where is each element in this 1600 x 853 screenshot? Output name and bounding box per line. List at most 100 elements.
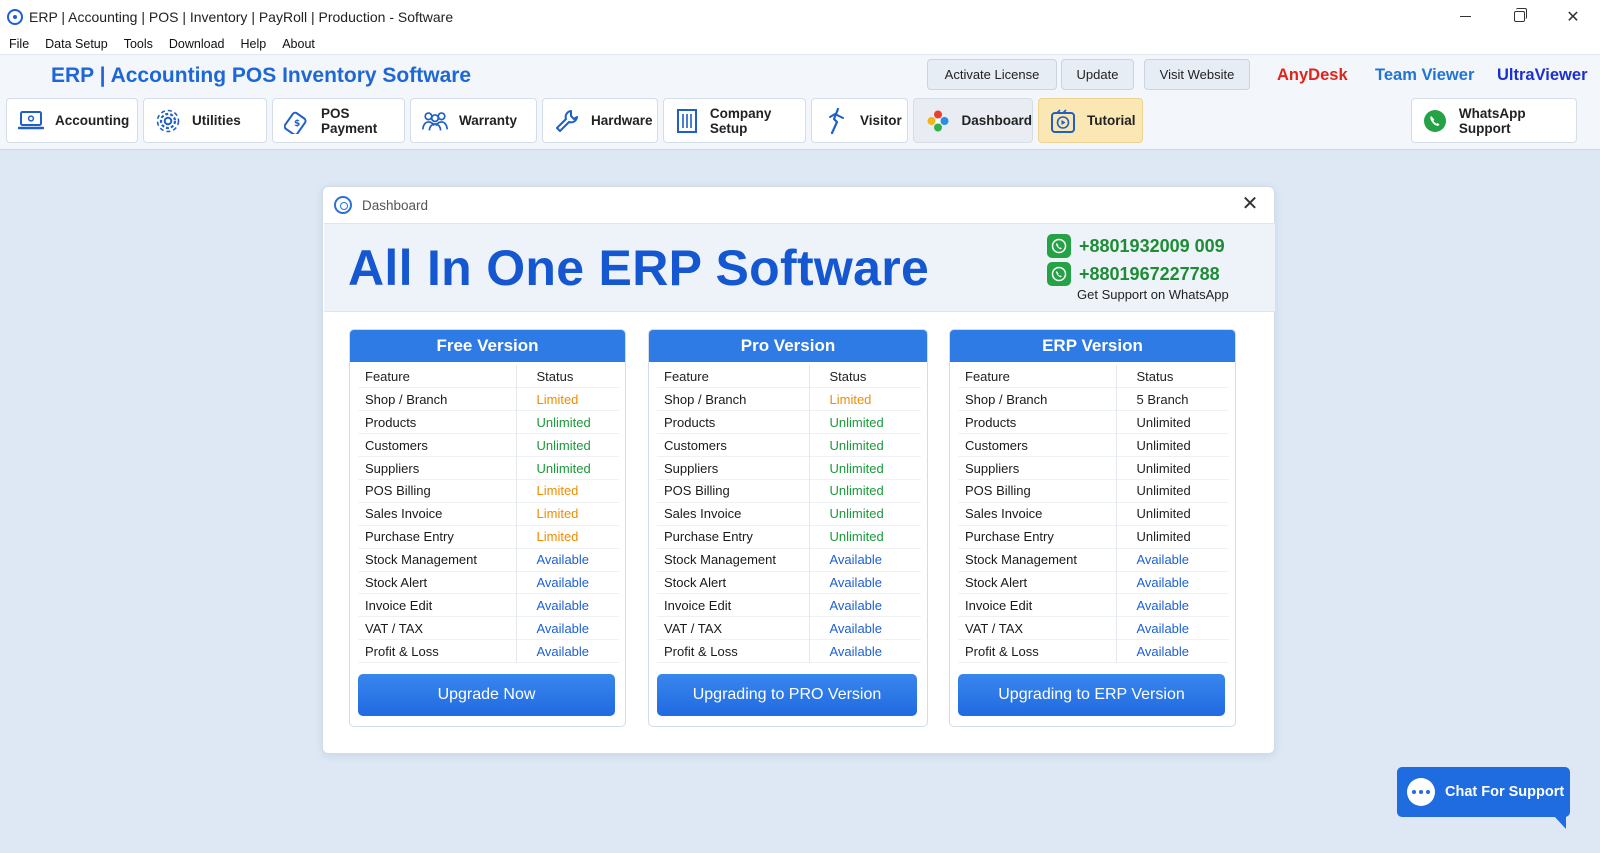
feature-table: Feature Status Shop / Branch 5 Branch Pr… <box>958 365 1229 663</box>
tab-visitor[interactable]: Visitor <box>811 98 908 143</box>
feature-name: Shop / Branch <box>358 387 517 411</box>
feature-name: VAT / TAX <box>358 616 517 640</box>
ultraviewer-link[interactable]: UltraViewer <box>1497 66 1588 85</box>
feature-status: Unlimited <box>1136 437 1191 453</box>
column-header-feature: Feature <box>958 365 1117 388</box>
feature-status: 5 Branch <box>1136 391 1189 407</box>
wrench-icon <box>553 107 581 135</box>
tab-tutorial[interactable]: Tutorial <box>1038 98 1143 143</box>
chat-for-support-button[interactable]: Chat For Support <box>1397 767 1570 829</box>
table-row: Stock Management Available <box>358 548 619 572</box>
plan-card-erp: ERP Version Feature Status Shop / Branch… <box>949 329 1236 727</box>
feature-name: Shop / Branch <box>958 387 1117 411</box>
close-icon: ✕ <box>1566 8 1580 26</box>
tab-hardware-label: Hardware <box>591 113 653 128</box>
close-window-button[interactable]: ✕ <box>1546 0 1600 33</box>
feature-status: Limited <box>536 483 579 499</box>
erp-upgrade-button[interactable]: Upgrading to ERP Version <box>958 674 1225 716</box>
whatsapp-icon <box>1047 262 1071 286</box>
tab-utilities[interactable]: Utilities <box>143 98 267 143</box>
feature-name: VAT / TAX <box>958 616 1117 640</box>
feature-status: Available <box>1136 574 1190 590</box>
tab-company-setup[interactable]: Company Setup <box>663 98 806 143</box>
feature-name: Invoice Edit <box>958 593 1117 617</box>
users-icon <box>421 107 449 135</box>
feature-status: Unlimited <box>829 529 884 545</box>
feature-name: Products <box>958 410 1117 434</box>
phone-number-1[interactable]: +8801932009 009 <box>1047 234 1225 258</box>
feature-name: Customers <box>958 433 1117 457</box>
table-row: VAT / TAX Available <box>958 616 1229 640</box>
feature-status: Unlimited <box>829 460 884 476</box>
colorful-flower-icon <box>924 107 951 135</box>
feature-status: Available <box>536 643 590 659</box>
app-header: ERP | Accounting POS Inventory Software … <box>0 55 1600 150</box>
table-header-row: Feature Status <box>657 365 921 388</box>
feature-name: Stock Management <box>958 548 1117 572</box>
table-row: Invoice Edit Available <box>358 593 619 617</box>
table-row: Stock Alert Available <box>358 571 619 594</box>
tab-hardware[interactable]: Hardware <box>542 98 658 143</box>
whatsapp-support-button[interactable]: WhatsApp Support <box>1411 98 1577 143</box>
plan-card-free: Free Version Feature Status Shop / Branc… <box>349 329 626 727</box>
feature-status: Unlimited <box>829 483 884 499</box>
menu-help[interactable]: Help <box>240 37 266 51</box>
pro-upgrade-button[interactable]: Upgrading to PRO Version <box>657 674 917 716</box>
feature-name: Stock Management <box>358 548 517 572</box>
banner-headline: All In One ERP Software <box>348 240 930 296</box>
feature-name: Suppliers <box>358 456 517 480</box>
tab-pos-payment-label: POS Payment <box>321 105 378 136</box>
tab-accounting[interactable]: Accounting <box>6 98 138 143</box>
feature-status: Unlimited <box>829 437 884 453</box>
feature-name: Purchase Entry <box>958 525 1117 549</box>
table-row: Profit & Loss Available <box>358 639 619 663</box>
visit-website-button[interactable]: Visit Website <box>1144 59 1250 90</box>
update-button[interactable]: Update <box>1061 59 1134 90</box>
table-row: Invoice Edit Available <box>958 593 1229 617</box>
feature-status: Unlimited <box>536 460 591 476</box>
feature-name: POS Billing <box>657 479 810 503</box>
anydesk-link[interactable]: AnyDesk <box>1277 66 1348 85</box>
table-row: Stock Alert Available <box>958 571 1229 594</box>
feature-name: Profit & Loss <box>657 639 810 663</box>
feature-name: Invoice Edit <box>358 593 517 617</box>
teamviewer-link[interactable]: Team Viewer <box>1375 66 1474 85</box>
tab-dashboard[interactable]: Dashboard <box>913 98 1033 143</box>
feature-status: Available <box>536 597 590 613</box>
menu-file[interactable]: File <box>9 37 29 51</box>
feature-status: Unlimited <box>829 506 884 522</box>
dialog-title: Dashboard <box>362 197 429 213</box>
brand-title: ERP | Accounting POS Inventory Software <box>51 64 472 87</box>
feature-status: Limited <box>829 391 872 407</box>
column-header-feature: Feature <box>657 365 810 388</box>
table-header-row: Feature Status <box>958 365 1229 388</box>
feature-status: Available <box>829 574 883 590</box>
maximize-button[interactable] <box>1492 0 1546 33</box>
feature-name: Purchase Entry <box>358 525 517 549</box>
table-row: Suppliers Unlimited <box>657 456 921 480</box>
feature-status: Unlimited <box>536 437 591 453</box>
feature-name: Suppliers <box>657 456 810 480</box>
tab-warranty[interactable]: Warranty <box>410 98 537 143</box>
tab-pos-payment[interactable]: $ POS Payment <box>272 98 405 143</box>
title-bar: ERP | Accounting | POS | Inventory | Pay… <box>0 0 1600 33</box>
menu-tools[interactable]: Tools <box>124 37 153 51</box>
feature-name: Products <box>358 410 517 434</box>
minimize-button[interactable] <box>1438 0 1492 33</box>
tab-tutorial-label: Tutorial <box>1087 113 1136 128</box>
feature-name: Customers <box>358 433 517 457</box>
table-row: POS Billing Limited <box>358 479 619 503</box>
window-controls: ✕ <box>1438 0 1600 33</box>
dialog-close-button[interactable]: ✕ <box>1240 194 1260 215</box>
feature-table: Feature Status Shop / Branch Limited Pro… <box>358 365 619 663</box>
table-row: Shop / Branch Limited <box>657 387 921 411</box>
feature-status: Available <box>536 620 590 636</box>
restore-icon <box>1513 8 1527 22</box>
free-upgrade-button[interactable]: Upgrade Now <box>358 674 615 716</box>
activate-license-button[interactable]: Activate License <box>927 59 1057 90</box>
menu-data-setup[interactable]: Data Setup <box>45 37 108 51</box>
tab-visitor-label: Visitor <box>860 113 902 128</box>
phone-number-2[interactable]: +8801967227788 <box>1047 262 1220 286</box>
menu-about[interactable]: About <box>282 37 315 51</box>
menu-download[interactable]: Download <box>169 37 225 51</box>
